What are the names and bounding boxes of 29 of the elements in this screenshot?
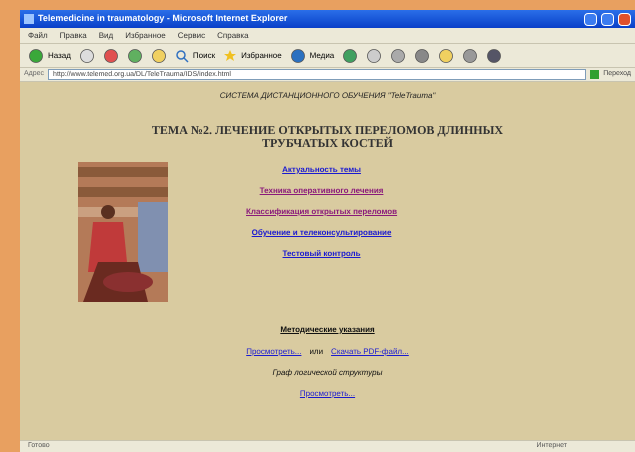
search-icon <box>174 48 189 62</box>
favorites-button[interactable]: Избранное <box>223 48 282 62</box>
topic-link[interactable]: Тестовый контроль <box>282 248 361 260</box>
topic-link[interactable]: Техника оперативного лечения <box>260 185 384 197</box>
media-button[interactable]: Медиа <box>290 48 334 64</box>
system-title: СИСТЕМА ДИСТАНЦИОННОГО ОБУЧЕНИЯ "TeleTrauma" <box>220 90 436 102</box>
minimize-button[interactable] <box>584 12 597 26</box>
menu-item[interactable]: Правка <box>60 30 87 42</box>
guide-title: Методические указания <box>280 324 375 336</box>
topic-link[interactable]: Обучение и телеконсультирование <box>252 227 392 239</box>
topic-link[interactable]: Актуальность темы <box>282 164 361 176</box>
maximize-button[interactable] <box>601 12 614 26</box>
view-link[interactable]: Просмотреть... <box>246 346 302 358</box>
menu-item[interactable]: Справка <box>217 30 249 42</box>
menu-item[interactable]: Избранное <box>125 30 166 42</box>
menu-item[interactable]: Вид <box>98 30 114 42</box>
menu-item[interactable]: Сервис <box>178 30 206 42</box>
star-icon <box>223 48 238 62</box>
or-text: или <box>309 346 324 358</box>
window-title: Telemedicine in traumatology - Microsoft Internet Explorer <box>38 12 288 26</box>
graph-title: Граф логической структуры <box>272 367 382 379</box>
search-button[interactable]: Поиск <box>174 48 216 62</box>
graph-link[interactable]: Просмотреть... <box>300 388 356 400</box>
close-button[interactable] <box>618 12 631 26</box>
back-button[interactable]: Назад <box>28 48 71 64</box>
menu-item[interactable]: Файл <box>28 30 48 42</box>
page-heading: ТЕМА №2. ЛЕЧЕНИЕ ОТКРЫТЫХ ПЕРЕЛОМОВ ДЛИННЫХ ТРУБЧАТЫХ КОСТЕЙ <box>150 124 504 150</box>
pdf-link[interactable]: Скачать PDF-файл... <box>331 346 409 358</box>
topic-link[interactable]: Классификация открытых переломов <box>246 206 398 218</box>
